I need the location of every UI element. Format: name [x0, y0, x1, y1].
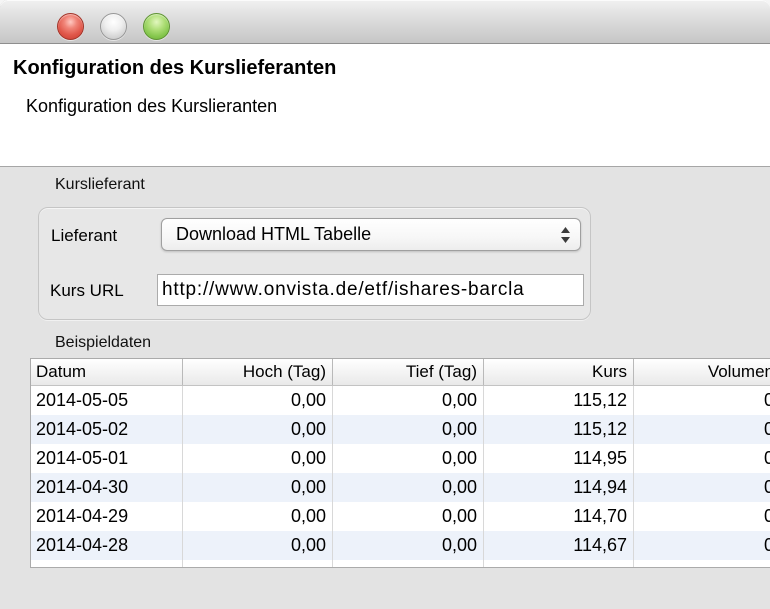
- table-row[interactable]: 2014-04-250,000,00114,750: [31, 560, 770, 568]
- table-cell: 115,12: [484, 386, 634, 415]
- table-cell: 0,00: [183, 386, 333, 415]
- table-cell: 114,70: [484, 502, 634, 531]
- table-cell: 114,75: [484, 560, 634, 568]
- table-cell: 0,00: [333, 415, 484, 444]
- minimize-button[interactable]: [100, 13, 127, 40]
- dialog-title: Konfiguration des Kurslieferanten: [13, 57, 336, 80]
- dialog-subtitle: Konfiguration des Kurslieranten: [26, 96, 277, 117]
- table-row[interactable]: 2014-04-280,000,00114,670: [31, 531, 770, 560]
- kurs-url-label: Kurs URL: [50, 281, 124, 301]
- lieferant-dropdown-value: Download HTML Tabelle: [176, 224, 371, 245]
- table-cell: 2014-05-01: [31, 444, 183, 473]
- table-cell: 2014-04-30: [31, 473, 183, 502]
- table-row[interactable]: 2014-05-010,000,00114,950: [31, 444, 770, 473]
- column-header-kurs[interactable]: Kurs: [484, 359, 634, 385]
- table-cell: 0,00: [183, 473, 333, 502]
- table-cell: 0,00: [183, 415, 333, 444]
- table-cell: 114,95: [484, 444, 634, 473]
- table-cell: 0,00: [333, 531, 484, 560]
- table-header-row: DatumHoch (Tag)Tief (Tag)KursVolumen: [31, 359, 770, 386]
- title-bar[interactable]: [0, 0, 770, 44]
- table-cell: 0,00: [333, 473, 484, 502]
- table-cell: 0: [634, 502, 770, 531]
- table-cell: 0: [634, 560, 770, 568]
- table-cell: 0: [634, 444, 770, 473]
- table-cell: 114,67: [484, 531, 634, 560]
- zoom-button[interactable]: [143, 13, 170, 40]
- kurslieferant-groupbox: Lieferant Download HTML Tabelle Kurs URL: [38, 207, 591, 320]
- kurs-url-input[interactable]: [157, 274, 584, 306]
- lieferant-dropdown[interactable]: Download HTML Tabelle: [161, 218, 581, 251]
- table-cell: 2014-05-05: [31, 386, 183, 415]
- table-cell: 114,94: [484, 473, 634, 502]
- table-cell: 2014-05-02: [31, 415, 183, 444]
- table-cell: 2014-04-29: [31, 502, 183, 531]
- header-panel: Konfiguration des Kurslieferanten Konfig…: [0, 44, 770, 167]
- kurslieferant-group-label: Kurslieferant: [55, 176, 145, 194]
- content-area: Kurslieferant Lieferant Download HTML Ta…: [0, 167, 770, 609]
- column-header-hoch-tag[interactable]: Hoch (Tag): [183, 359, 333, 385]
- table-cell: 0: [634, 531, 770, 560]
- table-row[interactable]: 2014-04-300,000,00114,940: [31, 473, 770, 502]
- table-cell: 0,00: [333, 444, 484, 473]
- table-cell: 0: [634, 415, 770, 444]
- table-cell: 0,00: [183, 444, 333, 473]
- table-cell: 2014-04-25: [31, 560, 183, 568]
- table-row[interactable]: 2014-05-050,000,00115,120: [31, 386, 770, 415]
- column-header-datum[interactable]: Datum: [31, 359, 183, 385]
- table-cell: 0,00: [333, 386, 484, 415]
- dropdown-arrows-icon: [560, 226, 571, 244]
- table-cell: 0,00: [333, 502, 484, 531]
- table-cell: 2014-04-28: [31, 531, 183, 560]
- lieferant-label: Lieferant: [51, 226, 117, 246]
- table-cell: 115,12: [484, 415, 634, 444]
- beispieldaten-label: Beispieldaten: [55, 334, 151, 352]
- table-row[interactable]: 2014-05-020,000,00115,120: [31, 415, 770, 444]
- sample-data-table[interactable]: DatumHoch (Tag)Tief (Tag)KursVolumen 201…: [30, 358, 770, 568]
- column-header-volumen[interactable]: Volumen: [634, 359, 770, 385]
- table-cell: 0: [634, 386, 770, 415]
- table-cell: 0,00: [183, 560, 333, 568]
- table-cell: 0,00: [183, 531, 333, 560]
- table-cell: 0,00: [183, 502, 333, 531]
- table-cell: 0: [634, 473, 770, 502]
- dialog-window: Konfiguration des Kurslieferanten Konfig…: [0, 0, 770, 609]
- table-cell: 0,00: [333, 560, 484, 568]
- table-body: 2014-05-050,000,00115,1202014-05-020,000…: [31, 386, 770, 568]
- close-button[interactable]: [57, 13, 84, 40]
- column-header-tief-tag[interactable]: Tief (Tag): [333, 359, 484, 385]
- table-row[interactable]: 2014-04-290,000,00114,700: [31, 502, 770, 531]
